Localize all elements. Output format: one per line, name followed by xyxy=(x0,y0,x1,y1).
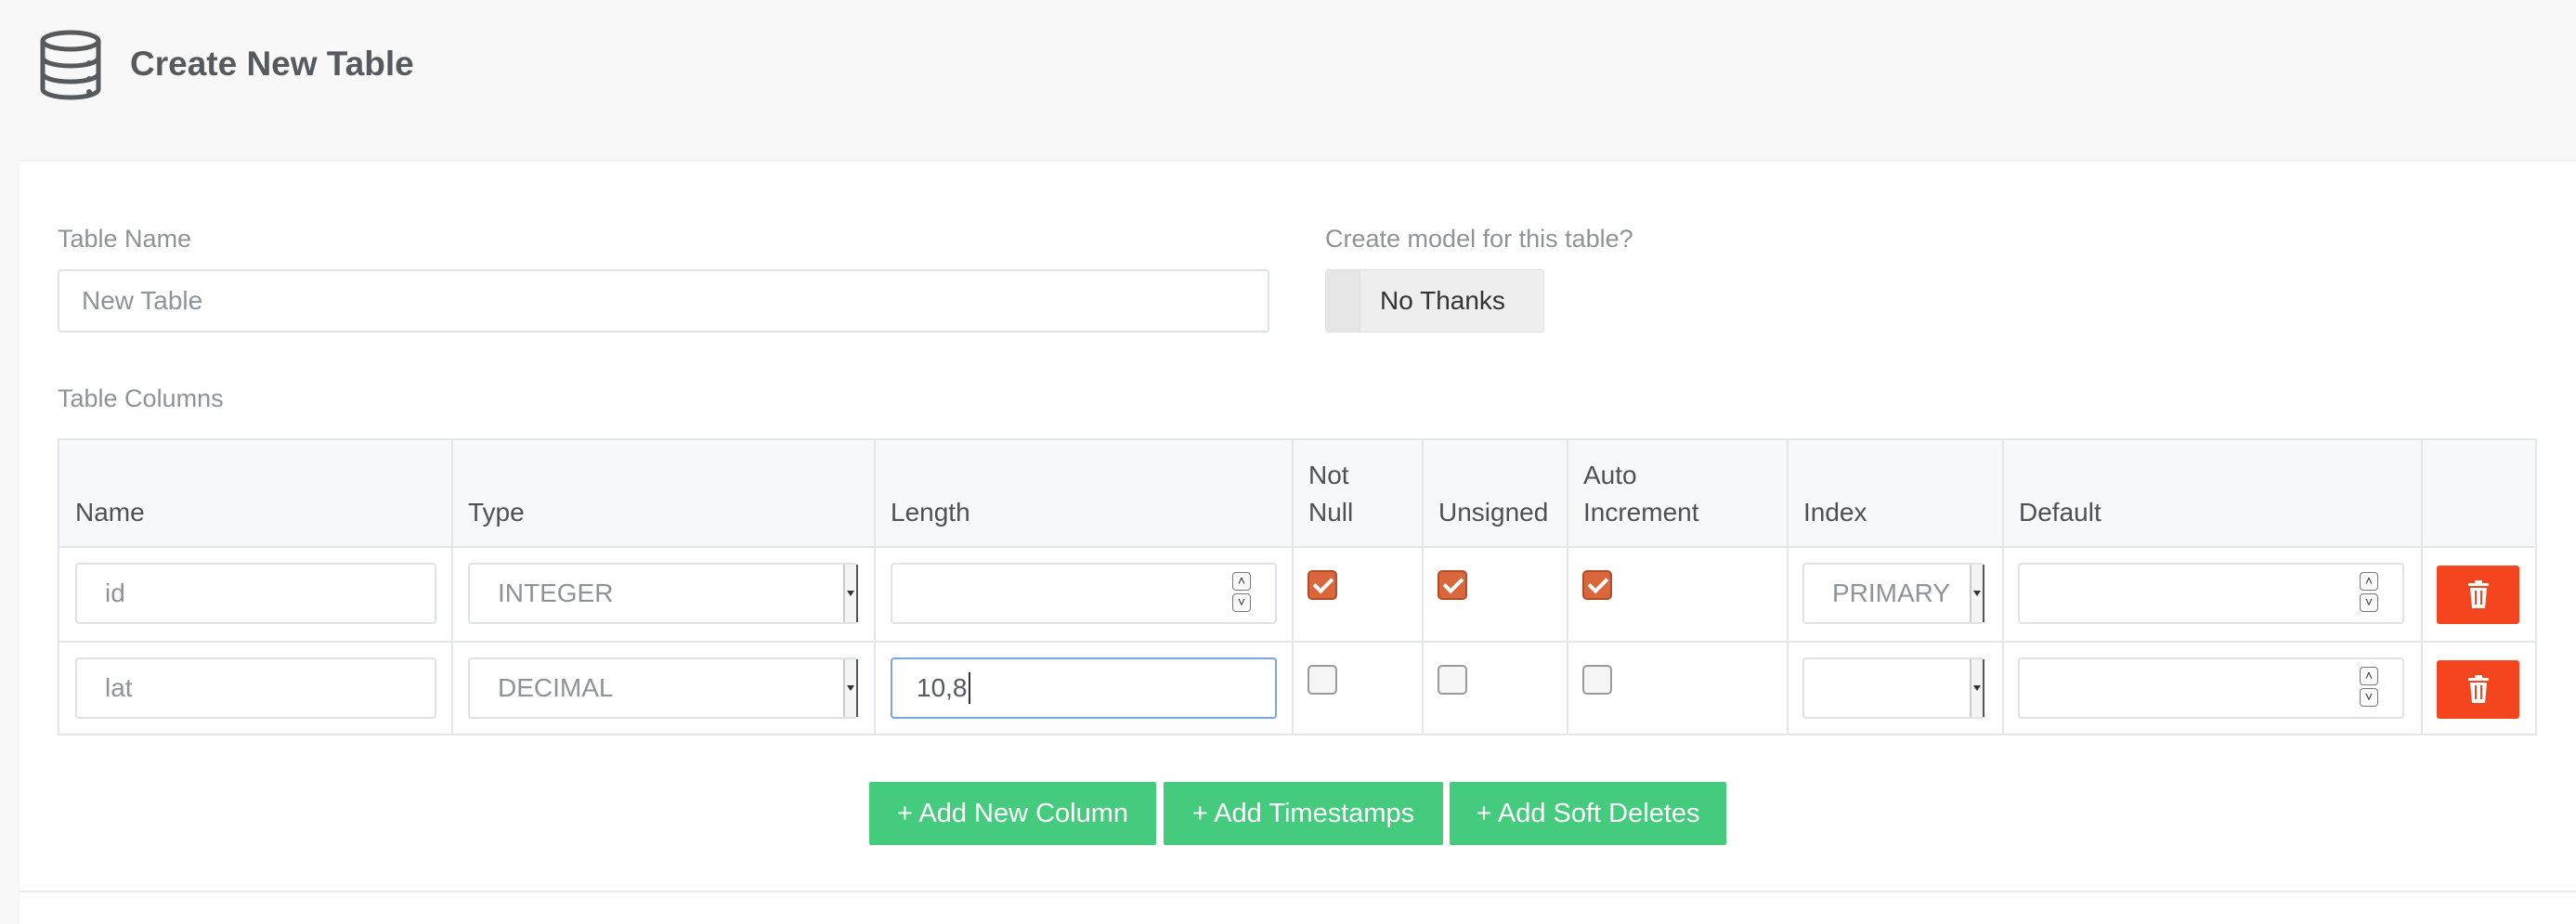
column-type-select[interactable]: DECIMAL xyxy=(468,657,858,719)
page-title: Create New Table xyxy=(130,45,414,83)
chevron-down-icon xyxy=(1970,565,1983,622)
index-value: PRIMARY xyxy=(1832,579,1951,607)
header-not-null-line1: Not xyxy=(1308,461,1349,489)
header-index: Index xyxy=(1803,498,1867,527)
column-name-input[interactable]: lat xyxy=(75,657,436,719)
toggle-knob xyxy=(1326,270,1360,332)
trash-icon xyxy=(2468,580,2489,608)
auto-increment-checkbox[interactable] xyxy=(1582,665,1612,695)
chevron-down-icon xyxy=(1970,659,1983,717)
unsigned-checkbox[interactable] xyxy=(1438,570,1467,600)
chevron-down-icon[interactable]: ˅ xyxy=(2360,593,2378,612)
chevron-up-icon[interactable]: ˄ xyxy=(1232,572,1251,591)
create-model-label: Create model for this table? xyxy=(1325,225,1633,253)
trash-icon xyxy=(2468,675,2489,703)
header-default: Default xyxy=(2019,498,2101,527)
panel-divider xyxy=(20,891,2576,892)
column-length-input[interactable]: 10,8 xyxy=(891,657,1277,719)
column-type-value: INTEGER xyxy=(498,579,614,607)
header-unsigned: Unsigned xyxy=(1438,498,1549,527)
chevron-down-icon xyxy=(843,565,856,622)
not-null-checkbox[interactable] xyxy=(1308,570,1337,600)
page-header: Create New Table xyxy=(0,0,2576,160)
header-length: Length xyxy=(891,498,970,527)
column-length-value: 10,8 xyxy=(917,673,968,702)
auto-increment-checkbox[interactable] xyxy=(1582,570,1612,600)
table-name-input[interactable]: New Table xyxy=(58,269,1269,332)
delete-column-button[interactable] xyxy=(2437,660,2519,719)
col-divider xyxy=(2421,440,2423,734)
length-stepper[interactable]: ˄ ˅ xyxy=(1232,572,1253,615)
header-name: Name xyxy=(75,498,145,527)
default-stepper[interactable]: ˄ ˅ xyxy=(2360,572,2380,615)
col-divider xyxy=(874,440,876,734)
column-type-value: DECIMAL xyxy=(498,673,614,702)
table-name-placeholder: New Table xyxy=(82,286,203,315)
add-timestamps-button[interactable]: + Add Timestamps xyxy=(1164,782,1443,845)
column-name-input[interactable]: id xyxy=(75,563,436,624)
chevron-down-icon[interactable]: ˅ xyxy=(2360,688,2378,707)
table-name-label: Table Name xyxy=(58,225,192,253)
table-columns-label: Table Columns xyxy=(58,384,224,412)
database-icon xyxy=(40,30,101,100)
header-type: Type xyxy=(468,498,525,527)
col-divider xyxy=(1292,440,1294,734)
not-null-checkbox[interactable] xyxy=(1308,665,1337,695)
index-select[interactable] xyxy=(1802,657,1984,719)
header-not-null: Not Null xyxy=(1293,440,1353,546)
header-auto-increment-line2: Increment xyxy=(1583,498,1699,527)
columns-table: Name Type Length Not Null Unsigned Auto … xyxy=(58,438,2537,735)
text-caret xyxy=(968,672,970,704)
chevron-up-icon[interactable]: ˄ xyxy=(2360,572,2378,591)
row-divider xyxy=(59,641,2535,643)
col-divider xyxy=(2002,440,2004,734)
column-name-value: lat xyxy=(105,673,133,702)
default-input[interactable]: ˄ ˅ xyxy=(2018,657,2404,719)
col-divider xyxy=(1422,440,1424,734)
toggle-label: No Thanks xyxy=(1380,286,1505,315)
add-soft-deletes-button[interactable]: + Add Soft Deletes xyxy=(1450,782,1726,845)
default-input[interactable]: ˄ ˅ xyxy=(2018,563,2404,624)
delete-column-button[interactable] xyxy=(2437,566,2519,624)
header-auto-increment: Auto Increment xyxy=(1568,440,1699,546)
table-header-row: Name Type Length Not Null Unsigned Auto … xyxy=(59,440,2535,548)
add-new-column-button[interactable]: + Add New Column xyxy=(869,782,1156,845)
header-auto-increment-line1: Auto xyxy=(1583,461,1637,489)
column-name-value: id xyxy=(105,579,125,607)
col-divider xyxy=(1787,440,1789,734)
chevron-up-icon[interactable]: ˄ xyxy=(2360,667,2378,685)
col-divider xyxy=(451,440,453,734)
index-select[interactable]: PRIMARY xyxy=(1802,563,1984,624)
chevron-down-icon[interactable]: ˅ xyxy=(1232,593,1251,612)
col-divider xyxy=(1567,440,1568,734)
column-length-input[interactable]: ˄ ˅ xyxy=(891,563,1277,624)
header-not-null-line2: Null xyxy=(1308,498,1354,527)
column-type-select[interactable]: INTEGER xyxy=(468,563,858,624)
chevron-down-icon xyxy=(843,659,856,717)
create-model-toggle[interactable]: No Thanks xyxy=(1325,269,1544,332)
unsigned-checkbox[interactable] xyxy=(1438,665,1467,695)
default-stepper[interactable]: ˄ ˅ xyxy=(2360,667,2380,709)
